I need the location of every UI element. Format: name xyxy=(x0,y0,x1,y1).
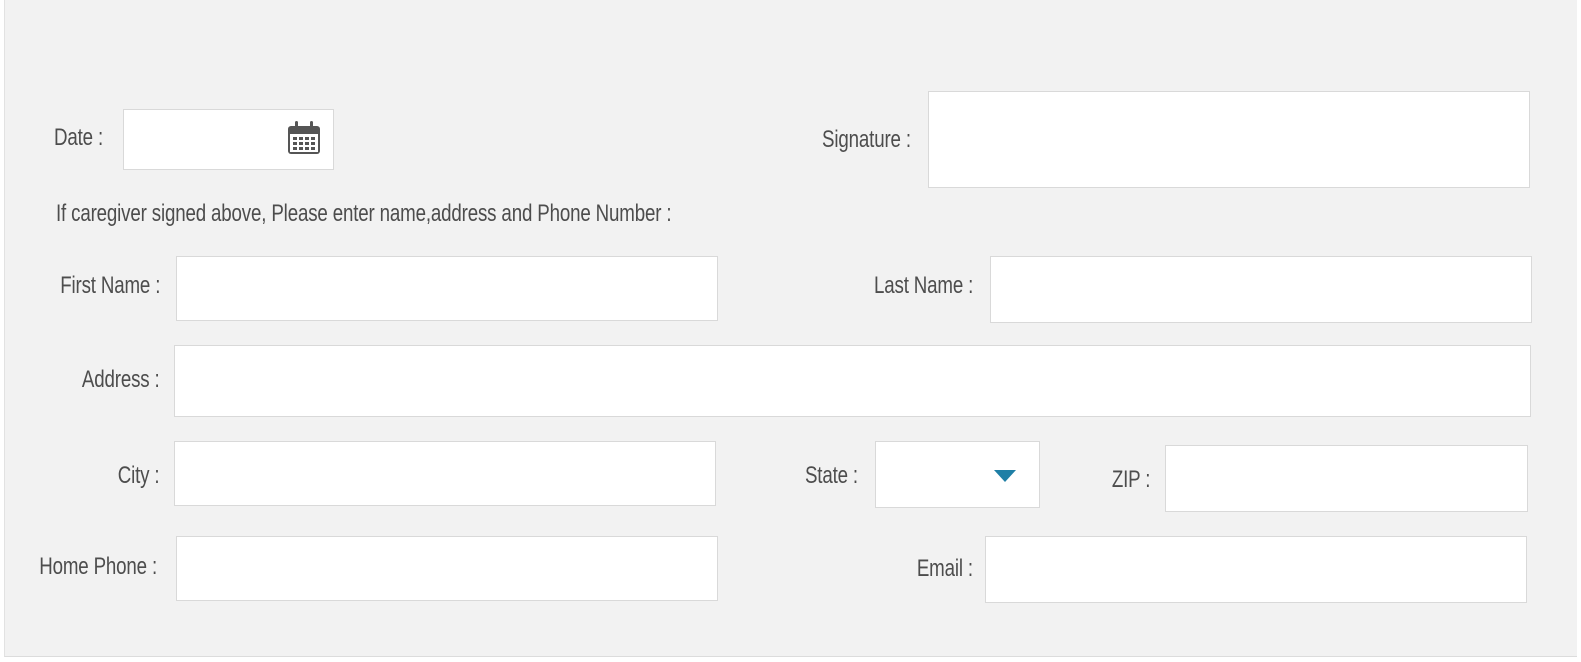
home-phone-field[interactable] xyxy=(176,536,718,601)
address-field[interactable] xyxy=(174,345,1531,417)
first-name-field[interactable] xyxy=(176,256,718,321)
home-phone-input[interactable] xyxy=(177,537,717,600)
first-name-input[interactable] xyxy=(177,257,717,320)
zip-label: ZIP : xyxy=(1111,466,1151,493)
caregiver-instruction-text: If caregiver signed above, Please enter … xyxy=(56,200,672,227)
date-label: Date : xyxy=(54,124,104,151)
address-label: Address : xyxy=(82,366,160,393)
date-field[interactable] xyxy=(123,109,334,170)
caret-down-icon[interactable] xyxy=(994,470,1016,482)
last-name-label: Last Name : xyxy=(873,272,973,299)
last-name-input[interactable] xyxy=(991,257,1531,322)
calendar-icon[interactable] xyxy=(286,120,322,156)
last-name-field[interactable] xyxy=(990,256,1532,323)
state-label: State : xyxy=(804,462,858,489)
zip-input[interactable] xyxy=(1166,446,1527,511)
first-name-label: First Name : xyxy=(59,272,160,299)
signature-input[interactable] xyxy=(929,92,1529,187)
address-input[interactable] xyxy=(175,346,1530,416)
signature-label: Signature : xyxy=(822,126,911,153)
zip-field[interactable] xyxy=(1165,445,1528,512)
city-input[interactable] xyxy=(175,442,715,505)
email-field[interactable] xyxy=(985,536,1527,603)
caregiver-form-panel: Date : Signature : If caregiver signed a… xyxy=(4,0,1577,657)
state-select[interactable] xyxy=(875,441,1040,508)
email-input[interactable] xyxy=(986,537,1526,602)
city-label: City : xyxy=(117,462,159,489)
home-phone-label: Home Phone : xyxy=(39,553,157,580)
city-field[interactable] xyxy=(174,441,716,506)
email-label: Email : xyxy=(916,555,973,582)
signature-field[interactable] xyxy=(928,91,1530,188)
